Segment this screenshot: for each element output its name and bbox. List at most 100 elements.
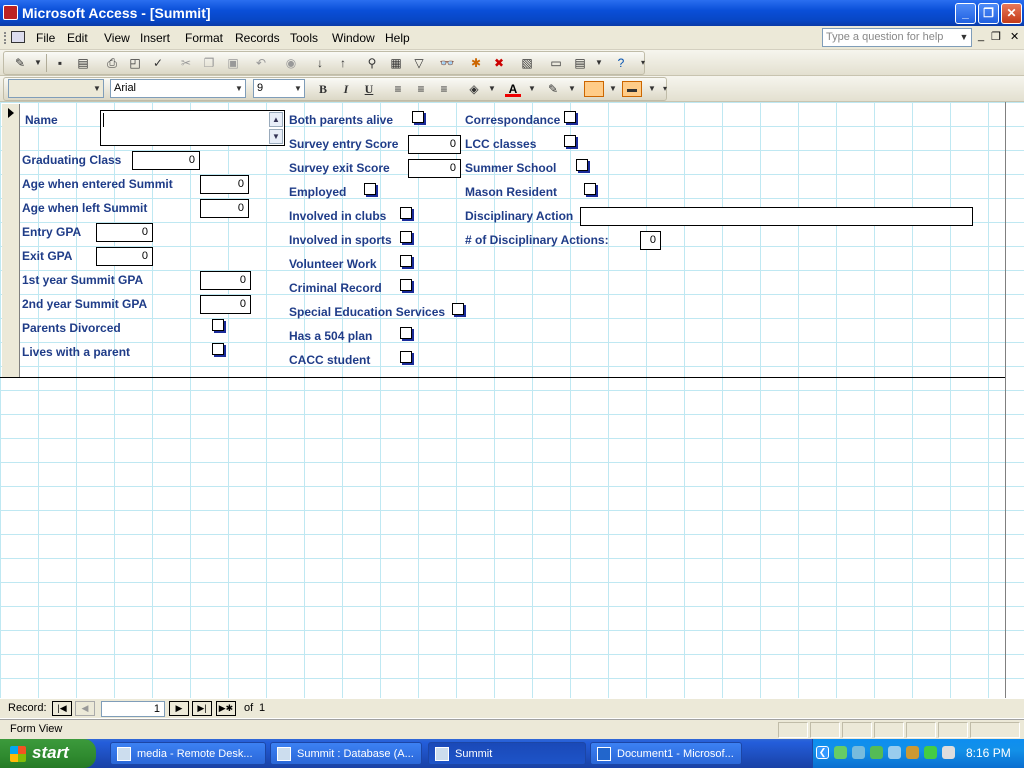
menu-file[interactable]: File [36,31,55,45]
menu-format[interactable]: Format [185,31,223,45]
filter-by-selection-icon[interactable]: ⚲ [364,55,380,71]
restore-icon[interactable]: ❐ [978,3,999,24]
survey-exit-field[interactable]: 0 [408,159,461,178]
doc-minimize-icon[interactable]: _ [978,30,984,42]
chevron-down-icon[interactable]: ▼ [591,55,607,71]
font-color-icon[interactable]: A [505,81,521,97]
involved-sports-checkbox[interactable] [400,231,412,243]
chevron-down-icon[interactable]: ▼ [91,80,103,97]
access-app-icon[interactable] [3,5,18,20]
show-hidden-icons-icon[interactable]: ❮ [816,746,829,759]
font-name-combo[interactable]: Arial ▼ [110,79,246,98]
doc-close-icon[interactable]: ✕ [1010,30,1019,43]
lcc-classes-checkbox[interactable] [564,135,576,147]
new-record-button[interactable]: ▶✱ [216,701,236,716]
taskbar-item-remote-desktop[interactable]: media - Remote Desk... [110,742,266,765]
new-record-icon[interactable]: ✱ [468,55,484,71]
chevron-down-icon[interactable]: ▼ [605,81,621,97]
exit-gpa-field[interactable]: 0 [96,247,153,266]
hyperlink-icon[interactable]: ◉ [283,55,299,71]
chevron-down-icon[interactable]: ▼ [524,81,540,97]
filter-by-form-icon[interactable]: ▦ [388,55,404,71]
first-year-gpa-field[interactable]: 0 [200,271,251,290]
taskbar-item-database[interactable]: Summit : Database (A... [270,742,422,765]
menu-grip[interactable] [4,32,8,44]
taskbar-item-summit[interactable]: Summit [428,742,586,765]
graduating-class-field[interactable]: 0 [132,151,200,170]
chevron-down-icon[interactable]: ▼ [30,55,46,71]
paste-icon[interactable]: ▣ [225,55,241,71]
first-record-button[interactable]: |◀ [52,701,72,716]
taskbar-item-document[interactable]: Document1 - Microsof... [590,742,742,765]
chevron-down-icon[interactable]: ▼ [484,81,500,97]
database-window-icon[interactable]: ▭ [548,55,564,71]
properties-icon[interactable]: ▧ [519,55,535,71]
delete-record-icon[interactable]: ✖ [491,55,507,71]
next-record-button[interactable]: ▶ [169,701,189,716]
age-entered-field[interactable]: 0 [200,175,249,194]
chevron-down-icon[interactable]: ▼ [564,81,580,97]
scroll-down-icon[interactable]: ▼ [269,129,283,144]
bold-button[interactable]: B [315,81,331,97]
form-doc-icon[interactable] [11,31,25,43]
fill-color-icon[interactable]: ◈ [466,81,482,97]
network-icon[interactable] [834,746,847,759]
correspondance-checkbox[interactable] [564,111,576,123]
print-preview-icon[interactable]: ◰ [127,55,143,71]
help-icon[interactable]: ? [613,55,629,71]
print-icon[interactable]: ⎙ [104,55,120,71]
save-icon[interactable]: ▪ [52,55,68,71]
cut-icon[interactable]: ✂ [178,55,194,71]
font-size-combo[interactable]: 9 ▼ [253,79,305,98]
scroll-up-icon[interactable]: ▲ [269,112,283,127]
parents-divorced-checkbox[interactable] [212,319,224,331]
menu-help[interactable]: Help [385,31,410,45]
criminal-record-checkbox[interactable] [400,279,412,291]
menu-window[interactable]: Window [332,31,375,45]
survey-entry-field[interactable]: 0 [408,135,461,154]
has-504-plan-checkbox[interactable] [400,327,412,339]
tray-app-icon[interactable] [906,746,919,759]
close-icon[interactable]: ✕ [1001,3,1022,24]
record-selector[interactable] [2,104,20,378]
align-left-icon[interactable]: ≡ [390,81,406,97]
object-combo[interactable]: ▼ [8,79,104,98]
line-color-icon[interactable]: ✎ [545,81,561,97]
chevron-down-icon[interactable]: ▼ [957,29,971,46]
view-icon[interactable]: ✎ [12,55,28,71]
menu-records[interactable]: Records [235,31,280,45]
special-effect-icon[interactable]: ▬ [622,81,642,97]
apply-filter-icon[interactable]: ▽ [411,55,427,71]
menu-insert[interactable]: Insert [140,31,170,45]
spelling-icon[interactable]: ✓ [150,55,166,71]
align-center-icon[interactable]: ≡ [413,81,429,97]
second-year-gpa-field[interactable]: 0 [200,295,251,314]
tray-app-icon[interactable] [942,746,955,759]
lives-with-parent-checkbox[interactable] [212,343,224,355]
name-field[interactable]: ▲ ▼ [100,110,285,146]
tray-app-icon[interactable] [870,746,883,759]
involved-clubs-checkbox[interactable] [400,207,412,219]
volunteer-work-checkbox[interactable] [400,255,412,267]
doc-restore-icon[interactable]: ❐ [991,30,1001,43]
disciplinary-action-field[interactable] [580,207,973,226]
disciplinary-count-field[interactable]: 0 [640,231,661,250]
tray-app-icon[interactable] [888,746,901,759]
undo-icon[interactable]: ↶ [253,55,269,71]
find-icon[interactable]: 👓 [439,55,455,71]
toolbar-options-icon[interactable]: ▾ [657,81,673,97]
age-left-field[interactable]: 0 [200,199,249,218]
entry-gpa-field[interactable]: 0 [96,223,153,242]
help-question-box[interactable]: Type a question for help ▼ [822,28,972,47]
menu-edit[interactable]: Edit [67,31,88,45]
copy-icon[interactable]: ❐ [201,55,217,71]
chevron-down-icon[interactable]: ▼ [233,80,245,97]
menu-tools[interactable]: Tools [290,31,318,45]
cacc-student-checkbox[interactable] [400,351,412,363]
sort-ascending-icon[interactable]: ↓ [312,55,328,71]
tray-app-icon[interactable] [852,746,865,759]
special-education-checkbox[interactable] [452,303,464,315]
line-width-icon[interactable] [584,81,604,97]
current-record-input[interactable]: 1 [101,701,165,717]
underline-button[interactable]: U [361,81,377,97]
